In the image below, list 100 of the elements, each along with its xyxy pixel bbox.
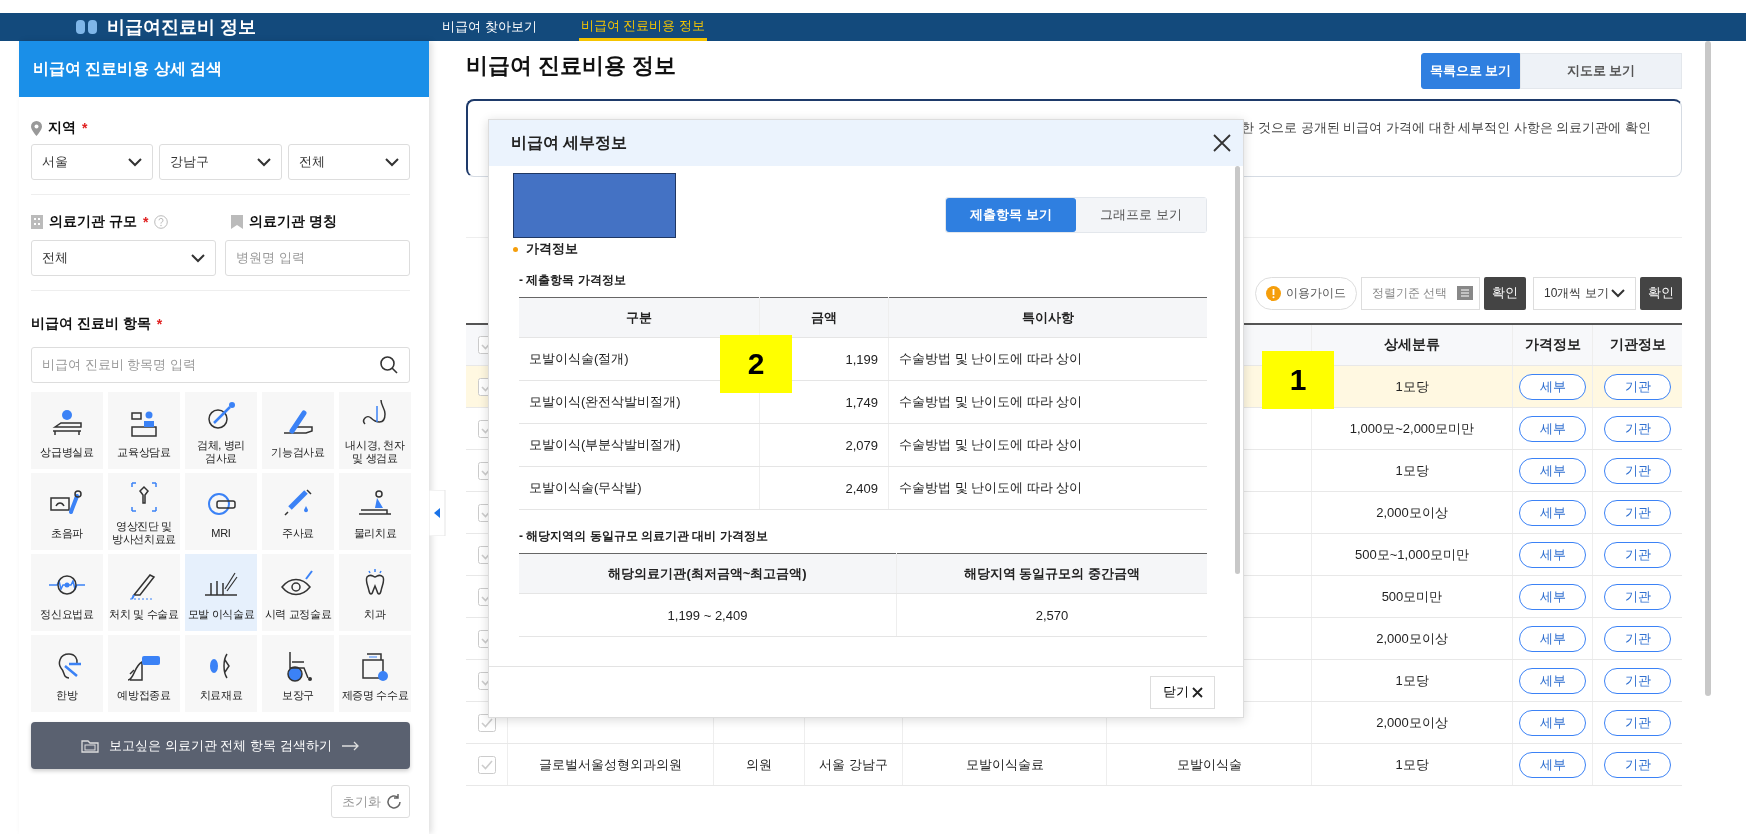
category-tile[interactable]: MRI	[185, 473, 257, 550]
category-tile[interactable]: 영상진단 및 방사선치료료	[108, 473, 180, 550]
category-tile[interactable]: 물리치료	[339, 473, 411, 550]
institution-button[interactable]: 기관	[1604, 667, 1671, 694]
category-tile[interactable]: 검체, 병리 검사료	[185, 392, 257, 469]
detail-button[interactable]: 세부	[1519, 667, 1586, 694]
view-tab[interactable]: 지도로 보기	[1520, 53, 1682, 89]
close-icon	[1191, 686, 1203, 698]
table-cell: 수술방법 및 난이도에 따라 상이	[899, 351, 1083, 366]
institution-button[interactable]: 기관	[1604, 709, 1671, 736]
institution-button[interactable]: 기관	[1604, 499, 1671, 526]
column-header: 해당의료기관(최저금액~최고금액)	[608, 565, 807, 581]
category-tile[interactable]: 처치 및 수술료	[108, 554, 180, 631]
building-icon	[31, 215, 43, 229]
category-tile[interactable]: 모발 이식술료	[185, 554, 257, 631]
chevron-down-icon	[256, 157, 271, 167]
category-tile[interactable]: 초음파	[31, 473, 103, 550]
category-tile[interactable]: 치료재료	[185, 635, 257, 712]
table-cell: 1모당	[1395, 377, 1429, 396]
column-header: 금액	[811, 309, 837, 325]
chevron-down-icon	[128, 157, 143, 167]
region-select[interactable]: 전체	[287, 144, 410, 180]
table-cell: 수술방법 및 난이도에 따라 상이	[899, 480, 1083, 495]
detail-button[interactable]: 세부	[1519, 625, 1586, 652]
search-icon[interactable]	[379, 355, 399, 375]
category-tile[interactable]: 기능검사료	[262, 392, 334, 469]
category-tile[interactable]: 한방	[31, 635, 103, 712]
table-cell: 1모당	[1395, 671, 1429, 690]
table-caption: - 제출항목 가격정보	[519, 272, 627, 289]
alert-icon	[1265, 285, 1281, 301]
detail-button[interactable]: 세부	[1519, 751, 1586, 778]
close-button[interactable]: 닫기	[1150, 675, 1215, 709]
confirm-button[interactable]: 확인	[1484, 276, 1526, 310]
category-tile[interactable]: 시력 교정술료	[262, 554, 334, 631]
chevron-down-icon	[191, 253, 205, 263]
category-tile[interactable]: 예방접종료	[108, 635, 180, 712]
chevron-down-icon	[385, 157, 399, 167]
detail-button[interactable]: 세부	[1519, 373, 1586, 400]
table-cell: 1모당	[1395, 755, 1429, 774]
detail-button[interactable]: 세부	[1519, 709, 1586, 736]
required-mark: *	[142, 214, 149, 230]
institution-button[interactable]: 기관	[1604, 625, 1671, 652]
institution-button[interactable]: 기관	[1604, 373, 1671, 400]
table-row[interactable]: 글로벌서울성형외과의원 의원 서울 강남구 모발이식술료 모발이식술 1모당 세부 기관	[466, 744, 1682, 786]
site-logo-text: 비급여진료비 정보	[107, 17, 256, 37]
table-cell: 2,000모이상	[1376, 629, 1448, 648]
region-select[interactable]: 서울	[31, 144, 154, 180]
category-tile[interactable]: 제증명 수수료	[339, 635, 411, 712]
table-cell: 모발이식(완전삭발비절개)	[529, 394, 681, 409]
column-header: 특이사항	[1022, 309, 1074, 325]
detail-button[interactable]: 세부	[1519, 583, 1586, 610]
logo-icon	[75, 18, 99, 36]
confirm-button[interactable]: 확인	[1640, 276, 1682, 310]
size-select[interactable]: 전체	[31, 240, 216, 276]
table-cell: 1,199 ~ 2,409	[667, 607, 748, 623]
nav-tab[interactable]: 비급여 진료비용 정보	[578, 13, 707, 41]
table-cell: 수술방법 및 난이도에 따라 상이	[899, 437, 1083, 452]
view-tab[interactable]: 제출항목 보기	[946, 198, 1076, 232]
category-tile[interactable]: 교육상담료	[108, 392, 180, 469]
refresh-icon	[385, 792, 403, 811]
collapse-tab[interactable]	[429, 490, 446, 536]
chevron-down-icon	[1611, 288, 1625, 298]
category-tile[interactable]: 정신요법료	[31, 554, 103, 631]
category-tile[interactable]: 치과	[339, 554, 411, 631]
help-icon[interactable]	[154, 215, 169, 229]
checkbox[interactable]	[477, 755, 496, 774]
scrollbar[interactable]	[1235, 166, 1240, 574]
page-title: 비급여 진료비용 정보	[466, 52, 677, 80]
nav-tab[interactable]: 비급여 찾아보기	[440, 13, 539, 41]
institution-button[interactable]: 기관	[1604, 541, 1671, 568]
institution-button[interactable]: 기관	[1604, 583, 1671, 610]
category-tile[interactable]: 내시경, 천자 및 생검료	[339, 392, 411, 469]
column-header: 상세분류	[1384, 336, 1440, 354]
scrollbar[interactable]	[1705, 41, 1711, 696]
institution-button[interactable]: 기관	[1604, 457, 1671, 484]
view-tab[interactable]: 그래프로 보기	[1076, 198, 1206, 232]
table-cell: 2,079	[845, 437, 878, 453]
category-tile[interactable]: 상급병실료	[31, 392, 103, 469]
sort-select[interactable]: 정렬기준 선택	[1360, 276, 1480, 310]
category-tile[interactable]: 주사료	[262, 473, 334, 550]
category-tile[interactable]: 보장구	[262, 635, 334, 712]
search-all-button[interactable]: 보고싶은 의료기관 전체 항목 검색하기	[31, 722, 410, 769]
detail-button[interactable]: 세부	[1519, 415, 1586, 442]
detail-button[interactable]: 세부	[1519, 457, 1586, 484]
institution-button[interactable]: 기관	[1604, 751, 1671, 778]
guide-button[interactable]: 이용가이드	[1254, 276, 1357, 310]
table-cell: 모발이식술료	[965, 755, 1044, 774]
page-size-select[interactable]: 10개씩 보기	[1533, 276, 1636, 310]
detail-button[interactable]: 세부	[1519, 499, 1586, 526]
detail-button[interactable]: 세부	[1519, 541, 1586, 568]
table-cell: 모발이식술(절개)	[529, 351, 629, 366]
field-label: 의료기관 명칭	[249, 213, 337, 231]
checkbox[interactable]	[477, 713, 496, 732]
region-select[interactable]: 강남구	[159, 144, 282, 180]
annotation-label: 2	[720, 335, 792, 393]
institution-button[interactable]: 기관	[1604, 415, 1671, 442]
table-cell: 1,199	[845, 351, 878, 367]
close-icon[interactable]	[1213, 134, 1231, 152]
map-pin-icon	[31, 120, 42, 136]
view-tab[interactable]: 목록으로 보기	[1421, 53, 1520, 89]
